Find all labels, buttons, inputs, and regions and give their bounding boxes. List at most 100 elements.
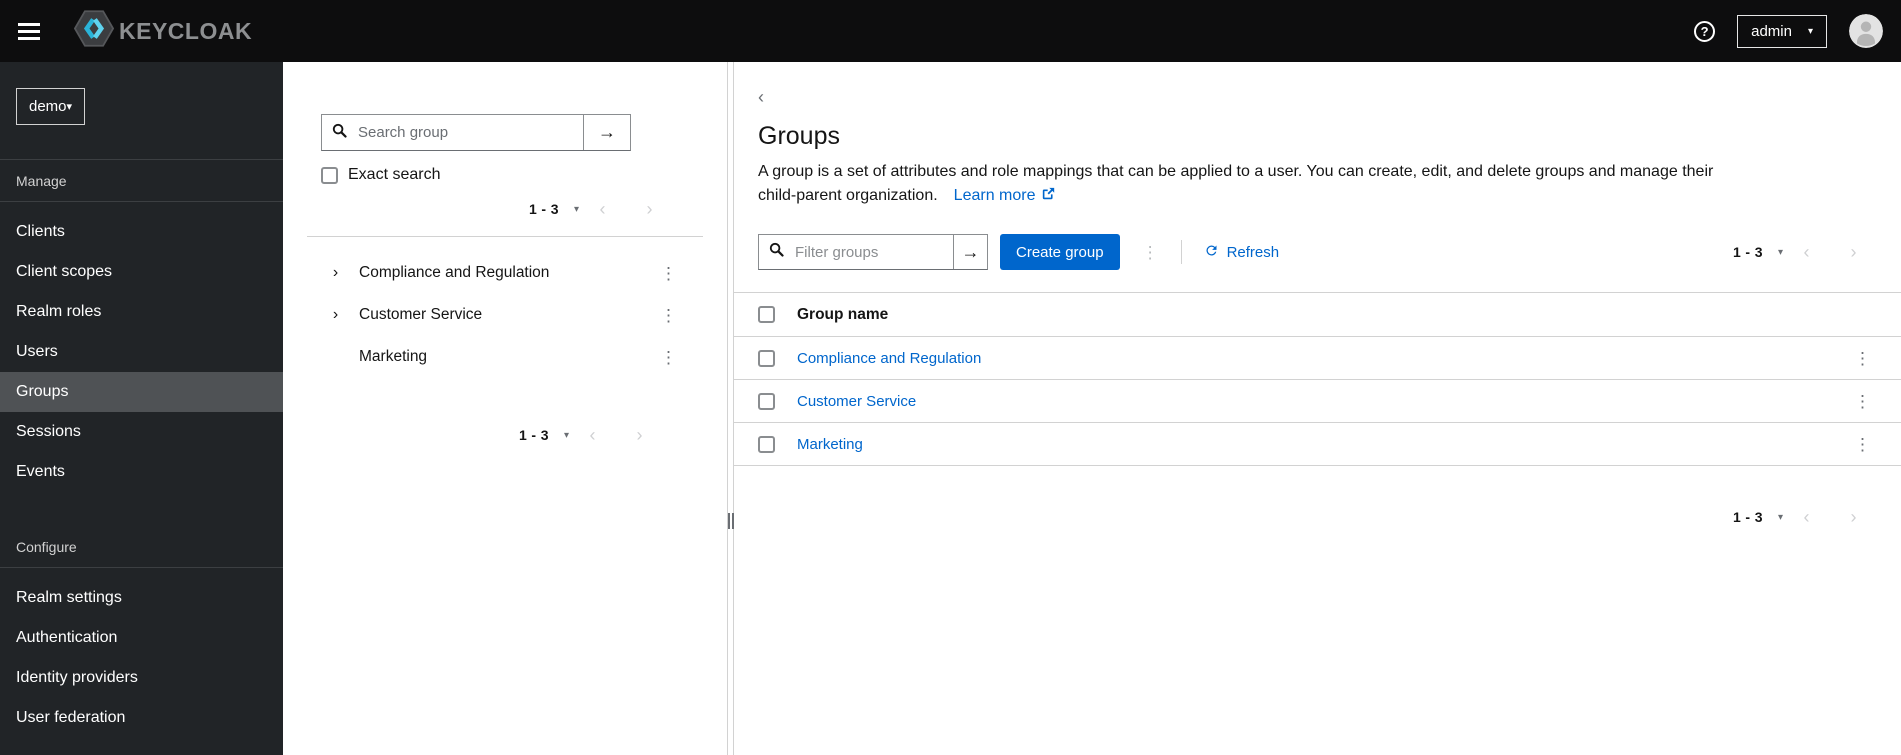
filter-groups-input[interactable] <box>793 242 943 262</box>
group-search-submit-button[interactable]: → <box>583 115 630 150</box>
kebab-menu-icon[interactable]: ⋮ <box>660 349 677 366</box>
tree-item[interactable]: › Customer Service ⋮ <box>307 294 703 336</box>
tree-item[interactable]: Marketing ⋮ <box>307 336 703 378</box>
tree-pagination-bottom: 1 - 3 ▾ ‹ › <box>307 426 703 444</box>
panel-resize-splitter[interactable] <box>727 62 734 755</box>
kebab-menu-icon[interactable]: ⋮ <box>1854 350 1871 367</box>
groups-table: Group name Compliance and Regulation ⋮ C… <box>734 292 1901 466</box>
expand-chevron-icon[interactable]: › <box>330 265 341 281</box>
admin-user-dropdown[interactable]: admin ▾ <box>1737 14 1827 48</box>
kebab-menu-icon[interactable]: ⋮ <box>1854 436 1871 453</box>
pagination-range: 1 - 3 <box>1732 509 1763 525</box>
sidebar-item-events[interactable]: Events <box>0 452 283 492</box>
row-checkbox[interactable] <box>758 392 775 410</box>
chevron-left-icon: ‹ <box>758 87 764 107</box>
chevron-left-icon: ‹ <box>589 425 596 445</box>
chevron-left-icon: ‹ <box>1803 507 1810 527</box>
collapse-drawer-button[interactable]: ‹ <box>758 88 764 106</box>
group-link[interactable]: Compliance and Regulation <box>797 350 981 367</box>
hamburger-menu-button[interactable] <box>18 22 40 40</box>
groups-toolbar: → Create group ⋮ Refresh 1 - 3 ▾ ‹ › <box>758 234 1877 270</box>
exact-search-label: Exact search <box>348 166 441 183</box>
kebab-menu-icon[interactable]: ⋮ <box>660 265 677 282</box>
realm-selector[interactable]: demo ▾ <box>16 88 86 125</box>
pagination-range: 1 - 3 <box>518 427 549 443</box>
admin-user-label: admin <box>1751 22 1792 40</box>
exact-search-row: Exact search <box>321 166 703 184</box>
groups-tree: › Compliance and Regulation ⋮ › Customer… <box>307 252 703 378</box>
chevron-left-icon: ‹ <box>599 199 606 219</box>
sidebar-item-identity-providers[interactable]: Identity providers <box>0 658 283 698</box>
arrow-right-icon: → <box>961 241 980 262</box>
filter-submit-button[interactable]: → <box>953 235 987 269</box>
page-description: A group is a set of attributes and role … <box>758 160 1877 208</box>
sidebar-item-users[interactable]: Users <box>0 332 283 372</box>
sidebar-item-realm-settings[interactable]: Realm settings <box>0 578 283 618</box>
sidebar-item-authentication[interactable]: Authentication <box>0 618 283 658</box>
previous-page-button[interactable]: ‹ <box>569 426 616 444</box>
pagination-range: 1 - 3 <box>528 201 559 217</box>
masthead: KEYCLOAK ? admin ▾ <box>0 0 1901 62</box>
row-checkbox[interactable] <box>758 435 775 453</box>
tree-item-label[interactable]: Customer Service <box>359 306 482 324</box>
learn-more-link[interactable]: Learn more <box>954 184 1055 208</box>
panel-divider <box>307 236 703 237</box>
arrow-right-icon: → <box>598 122 616 142</box>
chevron-right-icon: › <box>646 199 653 219</box>
table-header-row: Group name <box>734 292 1901 337</box>
tree-item[interactable]: › Compliance and Regulation ⋮ <box>307 252 703 294</box>
sidebar-item-client-scopes[interactable]: Client scopes <box>0 252 283 292</box>
external-link-icon <box>1042 184 1055 208</box>
exact-search-checkbox[interactable] <box>321 166 338 184</box>
column-header-group-name: Group name <box>797 305 889 323</box>
group-link[interactable]: Marketing <box>797 436 863 453</box>
sidebar-item-realm-roles[interactable]: Realm roles <box>0 292 283 332</box>
next-page-button[interactable]: › <box>1830 508 1877 526</box>
description-line-2: child-parent organization. Learn more <box>758 184 1877 208</box>
help-icon[interactable]: ? <box>1694 20 1716 42</box>
table-pagination-top: 1 - 3 ▾ ‹ › <box>1733 243 1877 261</box>
chevron-right-icon: › <box>1850 242 1857 262</box>
sidebar-section-configure: Configure <box>0 526 283 568</box>
previous-page-button[interactable]: ‹ <box>1783 508 1830 526</box>
avatar[interactable] <box>1849 14 1883 48</box>
next-page-button[interactable]: › <box>616 426 663 444</box>
create-group-button[interactable]: Create group <box>1000 234 1120 270</box>
row-checkbox[interactable] <box>758 349 775 367</box>
chevron-left-icon: ‹ <box>1803 242 1810 262</box>
sidebar-item-user-federation[interactable]: User federation <box>0 698 283 738</box>
groups-tree-panel: → Exact search 1 - 3 ▾ ‹ › › Compliance … <box>283 62 727 755</box>
sidebar-item-clients[interactable]: Clients <box>0 212 283 252</box>
page-title: Groups <box>758 122 840 150</box>
group-search-input[interactable] <box>356 123 573 142</box>
expand-chevron-icon[interactable]: › <box>330 307 341 323</box>
tree-item-label[interactable]: Compliance and Regulation <box>359 264 549 282</box>
chevron-down-icon: ▾ <box>66 101 73 113</box>
table-pagination-bottom: 1 - 3 ▾ ‹ › <box>758 508 1877 526</box>
previous-page-button[interactable]: ‹ <box>579 200 626 218</box>
kebab-menu-icon[interactable]: ⋮ <box>1142 244 1159 261</box>
search-icon <box>769 242 784 262</box>
realm-selector-value: demo <box>29 98 67 115</box>
sidebar-item-sessions[interactable]: Sessions <box>0 412 283 452</box>
select-all-checkbox[interactable] <box>758 306 775 323</box>
chevron-down-icon: ▾ <box>1807 25 1813 37</box>
next-page-button[interactable]: › <box>626 200 673 218</box>
next-page-button[interactable]: › <box>1830 243 1877 261</box>
group-search-field: → <box>321 114 631 151</box>
pagination-range: 1 - 3 <box>1732 244 1763 260</box>
group-link[interactable]: Customer Service <box>797 393 916 410</box>
kebab-menu-icon[interactable]: ⋮ <box>660 307 677 324</box>
previous-page-button[interactable]: ‹ <box>1783 243 1830 261</box>
refresh-icon <box>1204 243 1219 262</box>
tree-pagination-top: 1 - 3 ▾ ‹ › <box>321 200 703 218</box>
sidebar-item-groups[interactable]: Groups <box>0 372 283 412</box>
keycloak-hexagon-icon <box>73 10 115 52</box>
brand-text: KEYCLOAK <box>119 17 253 44</box>
description-line-1: A group is a set of attributes and role … <box>758 163 1714 180</box>
tree-item-label[interactable]: Marketing <box>359 348 427 366</box>
sidebar: demo ▾ Manage Clients Client scopes Real… <box>0 62 283 755</box>
kebab-menu-icon[interactable]: ⋮ <box>1854 393 1871 410</box>
refresh-button[interactable]: Refresh <box>1204 243 1279 262</box>
keycloak-logo: KEYCLOAK <box>73 10 253 52</box>
